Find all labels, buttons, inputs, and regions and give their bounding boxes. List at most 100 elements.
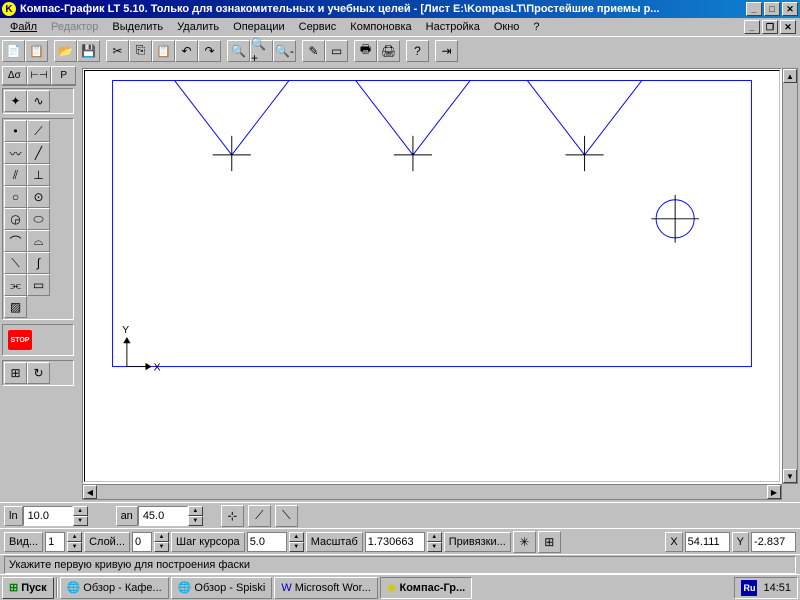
- context-help-button[interactable]: ?: [406, 40, 429, 62]
- exit-button[interactable]: ⇥: [435, 40, 458, 62]
- an-label[interactable]: an: [116, 506, 138, 526]
- an-spin[interactable]: ▲▼: [188, 506, 203, 526]
- panel-tab-dimensions[interactable]: ⊢⊣: [27, 66, 52, 85]
- tool-mode-2[interactable]: ↻: [27, 362, 50, 384]
- print-preview-button[interactable]: 🖶: [354, 40, 377, 62]
- maximize-button[interactable]: □: [764, 2, 780, 16]
- menu-help[interactable]: ?: [527, 20, 545, 34]
- tool-line[interactable]: ╱: [27, 142, 50, 164]
- tool-arc[interactable]: ⌒: [4, 230, 27, 252]
- print-button[interactable]: 🖨: [377, 40, 400, 62]
- axis-y-label: Y: [122, 325, 129, 336]
- panel-tab-geometry[interactable]: Δσ: [2, 66, 27, 85]
- vertical-scrollbar[interactable]: ▲ ▼: [782, 68, 798, 484]
- start-button[interactable]: ⊞ Пуск: [2, 577, 54, 599]
- redo-button[interactable]: ↷: [198, 40, 221, 62]
- tool-polyline[interactable]: ⟍: [4, 252, 27, 274]
- scroll-left-button[interactable]: ◀: [83, 485, 97, 499]
- mdi-minimize-button[interactable]: _: [744, 20, 760, 34]
- layer-input[interactable]: [132, 532, 152, 552]
- tool-circle[interactable]: ○: [4, 186, 27, 208]
- tool-chain[interactable]: ⫘: [4, 274, 27, 296]
- snap-toggle-1[interactable]: ✳: [513, 531, 536, 553]
- tool-extra-2[interactable]: ∿: [27, 90, 50, 112]
- drawing-canvas[interactable]: Y X: [85, 71, 779, 481]
- task-kompas[interactable]: ◉Компас-Гр...: [380, 577, 472, 599]
- menu-select[interactable]: Выделить: [106, 20, 169, 34]
- layer-button[interactable]: Слой...: [84, 532, 130, 552]
- edit-tool-button[interactable]: ✎: [302, 40, 325, 62]
- copy-button[interactable]: ⎘: [129, 40, 152, 62]
- param-opt-2[interactable]: ⟋: [248, 505, 271, 527]
- tool-aux-line[interactable]: ⟋: [27, 120, 50, 142]
- tool-extra-1[interactable]: ✦: [4, 90, 27, 112]
- view-input[interactable]: [45, 532, 65, 552]
- cursor-step-spin[interactable]: ▲▼: [289, 532, 304, 552]
- param-opt-3[interactable]: ⟍: [275, 505, 298, 527]
- ln-label[interactable]: ln: [4, 506, 23, 526]
- redraw-button[interactable]: ▭: [325, 40, 348, 62]
- tool-point[interactable]: •: [4, 120, 27, 142]
- menu-service[interactable]: Сервис: [293, 20, 343, 34]
- view-spin[interactable]: ▲▼: [67, 532, 82, 552]
- menu-window[interactable]: Окно: [488, 20, 526, 34]
- ie-icon: 🌐: [67, 581, 81, 594]
- task-word[interactable]: WMicrosoft Wor...: [274, 577, 378, 599]
- tool-bezier[interactable]: ∫: [27, 252, 50, 274]
- tool-spline[interactable]: 〰: [4, 142, 27, 164]
- snaps-button[interactable]: Привязки...: [444, 532, 511, 552]
- horizontal-scrollbar[interactable]: ◀ ▶: [82, 484, 782, 500]
- scale-spin[interactable]: ▲▼: [427, 532, 442, 552]
- panel-tab-params[interactable]: P: [51, 66, 76, 85]
- scale-input[interactable]: [365, 532, 425, 552]
- tool-perp[interactable]: ⊥: [27, 164, 50, 186]
- menu-settings[interactable]: Настройка: [420, 20, 486, 34]
- mdi-restore-button[interactable]: ❐: [762, 20, 778, 34]
- ln-input[interactable]: [23, 506, 73, 526]
- task-obzor-spiski[interactable]: 🌐Обзор - Spiski: [171, 577, 273, 599]
- cursor-step-input[interactable]: [247, 532, 287, 552]
- new-sheet-button[interactable]: 📋: [25, 40, 48, 62]
- tool-mode-1[interactable]: ⊞: [4, 362, 27, 384]
- close-button[interactable]: ✕: [782, 2, 798, 16]
- menu-layout[interactable]: Компоновка: [344, 20, 417, 34]
- mdi-close-button[interactable]: ✕: [780, 20, 796, 34]
- keyboard-lang-indicator[interactable]: Ru: [741, 580, 757, 596]
- task-obzor-kafe[interactable]: 🌐Обзор - Кафе...: [60, 577, 169, 599]
- snap-toggle-2[interactable]: ⊞: [538, 531, 561, 553]
- view-button[interactable]: Вид...: [4, 532, 43, 552]
- tool-ellipse[interactable]: ⬭: [27, 208, 50, 230]
- menu-file[interactable]: Файл: [4, 20, 43, 34]
- ie-icon: 🌐: [178, 581, 192, 594]
- open-button[interactable]: 📂: [54, 40, 77, 62]
- ln-spin[interactable]: ▲▼: [73, 506, 88, 526]
- menu-delete[interactable]: Удалить: [171, 20, 225, 34]
- zoom-out-button[interactable]: 🔍-: [273, 40, 296, 62]
- zoom-in-button[interactable]: 🔍+: [250, 40, 273, 62]
- menu-operations[interactable]: Операции: [227, 20, 290, 34]
- paste-button[interactable]: 📋: [152, 40, 175, 62]
- tool-circle-3pt[interactable]: ◶: [4, 208, 27, 230]
- scroll-right-button[interactable]: ▶: [767, 485, 781, 499]
- stop-button[interactable]: STOP: [8, 330, 32, 350]
- an-input[interactable]: [138, 506, 188, 526]
- clock: 14:51: [763, 582, 791, 594]
- zoom-button[interactable]: 🔍: [227, 40, 250, 62]
- tool-parallel[interactable]: ⫽: [4, 164, 27, 186]
- layer-spin[interactable]: ▲▼: [154, 532, 169, 552]
- tool-circle-dot[interactable]: ⊙: [27, 186, 50, 208]
- scroll-down-button[interactable]: ▼: [783, 469, 797, 483]
- save-button[interactable]: 💾: [77, 40, 100, 62]
- coord-y-value: [751, 532, 796, 552]
- menu-edit[interactable]: Редактор: [45, 20, 104, 34]
- scroll-up-button[interactable]: ▲: [783, 69, 797, 83]
- undo-button[interactable]: ↶: [175, 40, 198, 62]
- cut-button[interactable]: ✂: [106, 40, 129, 62]
- tool-hatch[interactable]: ▨: [4, 296, 27, 318]
- minimize-button[interactable]: _: [746, 2, 762, 16]
- tool-rect[interactable]: ▭: [27, 274, 50, 296]
- left-tool-panel: Δσ ⊢⊣ P ✦ ∿ • ⟋ 〰 ╱ ⫽ ⊥ ○ ⊙ ◶ ⬭ ⌒ ⌓ ⟍ ∫ …: [0, 64, 78, 502]
- tool-arc-2[interactable]: ⌓: [27, 230, 50, 252]
- new-button[interactable]: 📄: [2, 40, 25, 62]
- param-opt-1[interactable]: ⊹: [221, 505, 244, 527]
